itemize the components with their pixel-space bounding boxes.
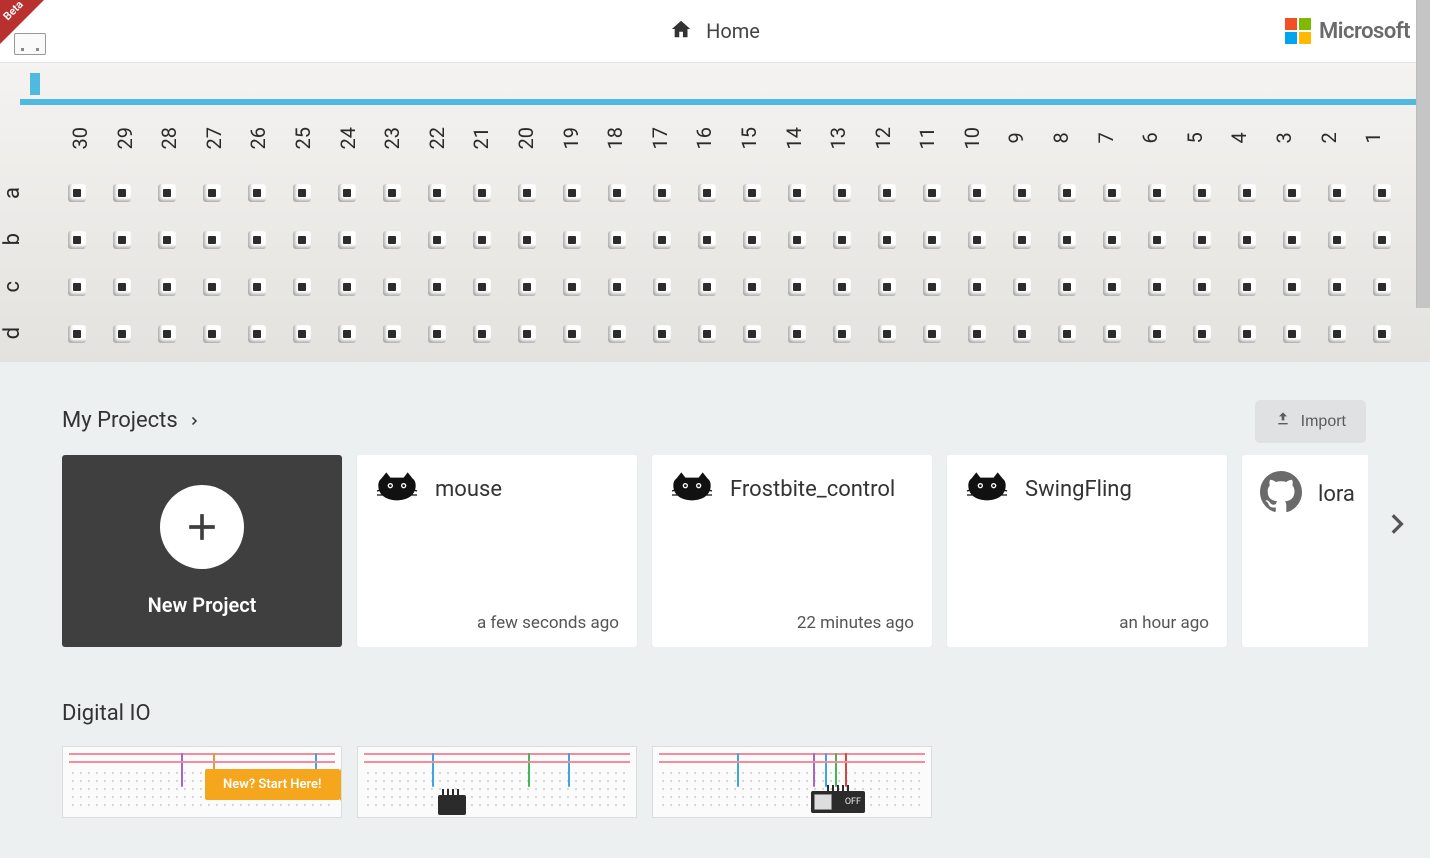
import-label: Import — [1301, 413, 1346, 431]
hero-banner: 3029282726252423222120191817161514131211… — [0, 63, 1430, 362]
hero-row-label: a — [0, 187, 40, 199]
digital-io-card[interactable] — [357, 746, 637, 818]
hero-column-number: 8 — [1049, 127, 1094, 149]
digital-io-heading[interactable]: Digital IO — [62, 701, 1368, 726]
beta-badge: Beta — [0, 0, 44, 44]
hero-column-number: 19 — [559, 127, 604, 149]
hero-row-label: c — [0, 281, 40, 293]
microsoft-logo[interactable]: Microsoft — [1285, 18, 1410, 44]
digital-io-card[interactable]: New? Start Here! — [62, 746, 342, 818]
project-card-title: mouse — [435, 477, 502, 502]
hero-column-number: 20 — [514, 127, 559, 149]
hero-column-number: 11 — [915, 127, 960, 149]
hero-column-number: 7 — [1094, 127, 1139, 149]
digital-io-title: Digital IO — [62, 701, 151, 726]
home-nav[interactable]: Home — [670, 18, 760, 44]
start-here-badge: New? Start Here! — [205, 769, 340, 800]
hero-column-number: 5 — [1183, 127, 1228, 149]
code-cat-icon — [965, 471, 1009, 507]
project-card-time: a few seconds ago — [477, 613, 619, 633]
hero-column-numbers: 3029282726252423222120191817161514131211… — [68, 127, 1430, 149]
project-card-title: Frostbite_control — [730, 477, 895, 502]
hero-row-label: b — [0, 233, 40, 245]
hero-row: b — [0, 216, 1430, 263]
project-card-row: New Project mouse a few seconds ago Frostb… — [62, 455, 1368, 647]
digital-io-card-row: New? Start Here! OFF — [62, 746, 1368, 818]
hero-row-label: d — [0, 327, 40, 339]
my-projects-heading[interactable]: My Projects — [62, 408, 1368, 433]
hero-column-number: 4 — [1227, 127, 1272, 149]
project-card[interactable]: mouse a few seconds ago — [357, 455, 637, 647]
hero-column-number: 10 — [960, 127, 1005, 149]
new-project-label: New Project — [148, 593, 257, 617]
project-card-time: an hour ago — [1119, 613, 1209, 633]
hero-column-number: 16 — [692, 127, 737, 149]
hero-column-number: 9 — [1004, 127, 1049, 149]
hero-column-number: 17 — [648, 127, 693, 149]
hero-row: c — [0, 263, 1430, 310]
start-here-label: New? Start Here! — [223, 777, 322, 792]
upload-icon — [1275, 411, 1291, 432]
import-button[interactable]: Import — [1255, 400, 1366, 443]
hero-column-number: 15 — [737, 127, 782, 149]
scroll-right-button[interactable] — [1376, 504, 1416, 544]
hero-column-number: 24 — [336, 127, 381, 149]
hero-column-number: 6 — [1138, 127, 1183, 149]
hero-column-number: 26 — [246, 127, 291, 149]
home-icon — [670, 18, 692, 44]
hero-column-number: 3 — [1272, 127, 1317, 149]
chevron-right-icon — [188, 408, 200, 433]
code-cat-icon — [375, 471, 419, 507]
project-card-time: 22 minutes ago — [797, 613, 914, 633]
hero-column-number: 14 — [782, 127, 827, 149]
microsoft-icon — [1285, 18, 1311, 44]
hero-row: a — [0, 169, 1430, 216]
hero-column-number: 18 — [603, 127, 648, 149]
github-icon — [1260, 471, 1302, 517]
hero-column-number: 21 — [469, 127, 514, 149]
hero-column-number: 27 — [202, 127, 247, 149]
hero-column-number: 28 — [157, 127, 202, 149]
beta-badge-label: Beta — [1, 0, 26, 23]
project-card-title: SwingFling — [1025, 477, 1132, 502]
hero-column-number: 25 — [291, 127, 336, 149]
hero-column-number: 1 — [1361, 127, 1406, 149]
hero-row: d — [0, 310, 1430, 357]
microsoft-label: Microsoft — [1319, 19, 1410, 44]
hero-column-number: 22 — [425, 127, 470, 149]
new-project-card[interactable]: New Project — [62, 455, 342, 647]
project-card-title: lora — [1318, 482, 1355, 507]
plus-icon — [160, 485, 244, 569]
hero-rows: a b c d — [0, 169, 1430, 362]
hero-column-number: 2 — [1317, 127, 1362, 149]
home-label: Home — [706, 19, 760, 43]
project-card[interactable]: SwingFling an hour ago — [947, 455, 1227, 647]
hero-column-number: 13 — [826, 127, 871, 149]
hero-column-number: 23 — [380, 127, 425, 149]
hero-column-number: 12 — [871, 127, 916, 149]
hero-column-number: 29 — [113, 127, 158, 149]
switch-icon: OFF — [811, 791, 865, 813]
hero-column-number: 30 — [68, 127, 113, 149]
chip-icon — [438, 795, 466, 815]
digital-io-card[interactable]: OFF — [652, 746, 932, 818]
main-content: Import My Projects New Project mouse a fe… — [0, 362, 1430, 858]
project-card[interactable]: lora19 — [1242, 455, 1368, 647]
project-card[interactable]: Frostbite_control 22 minutes ago — [652, 455, 932, 647]
header-bar: Beta Home Microsoft — [0, 0, 1430, 63]
my-projects-section: Import My Projects New Project mouse a fe… — [62, 408, 1368, 647]
scrollbar[interactable] — [1416, 0, 1430, 308]
code-cat-icon — [670, 471, 714, 507]
my-projects-title: My Projects — [62, 408, 178, 433]
switch-off-label: OFF — [845, 797, 861, 807]
